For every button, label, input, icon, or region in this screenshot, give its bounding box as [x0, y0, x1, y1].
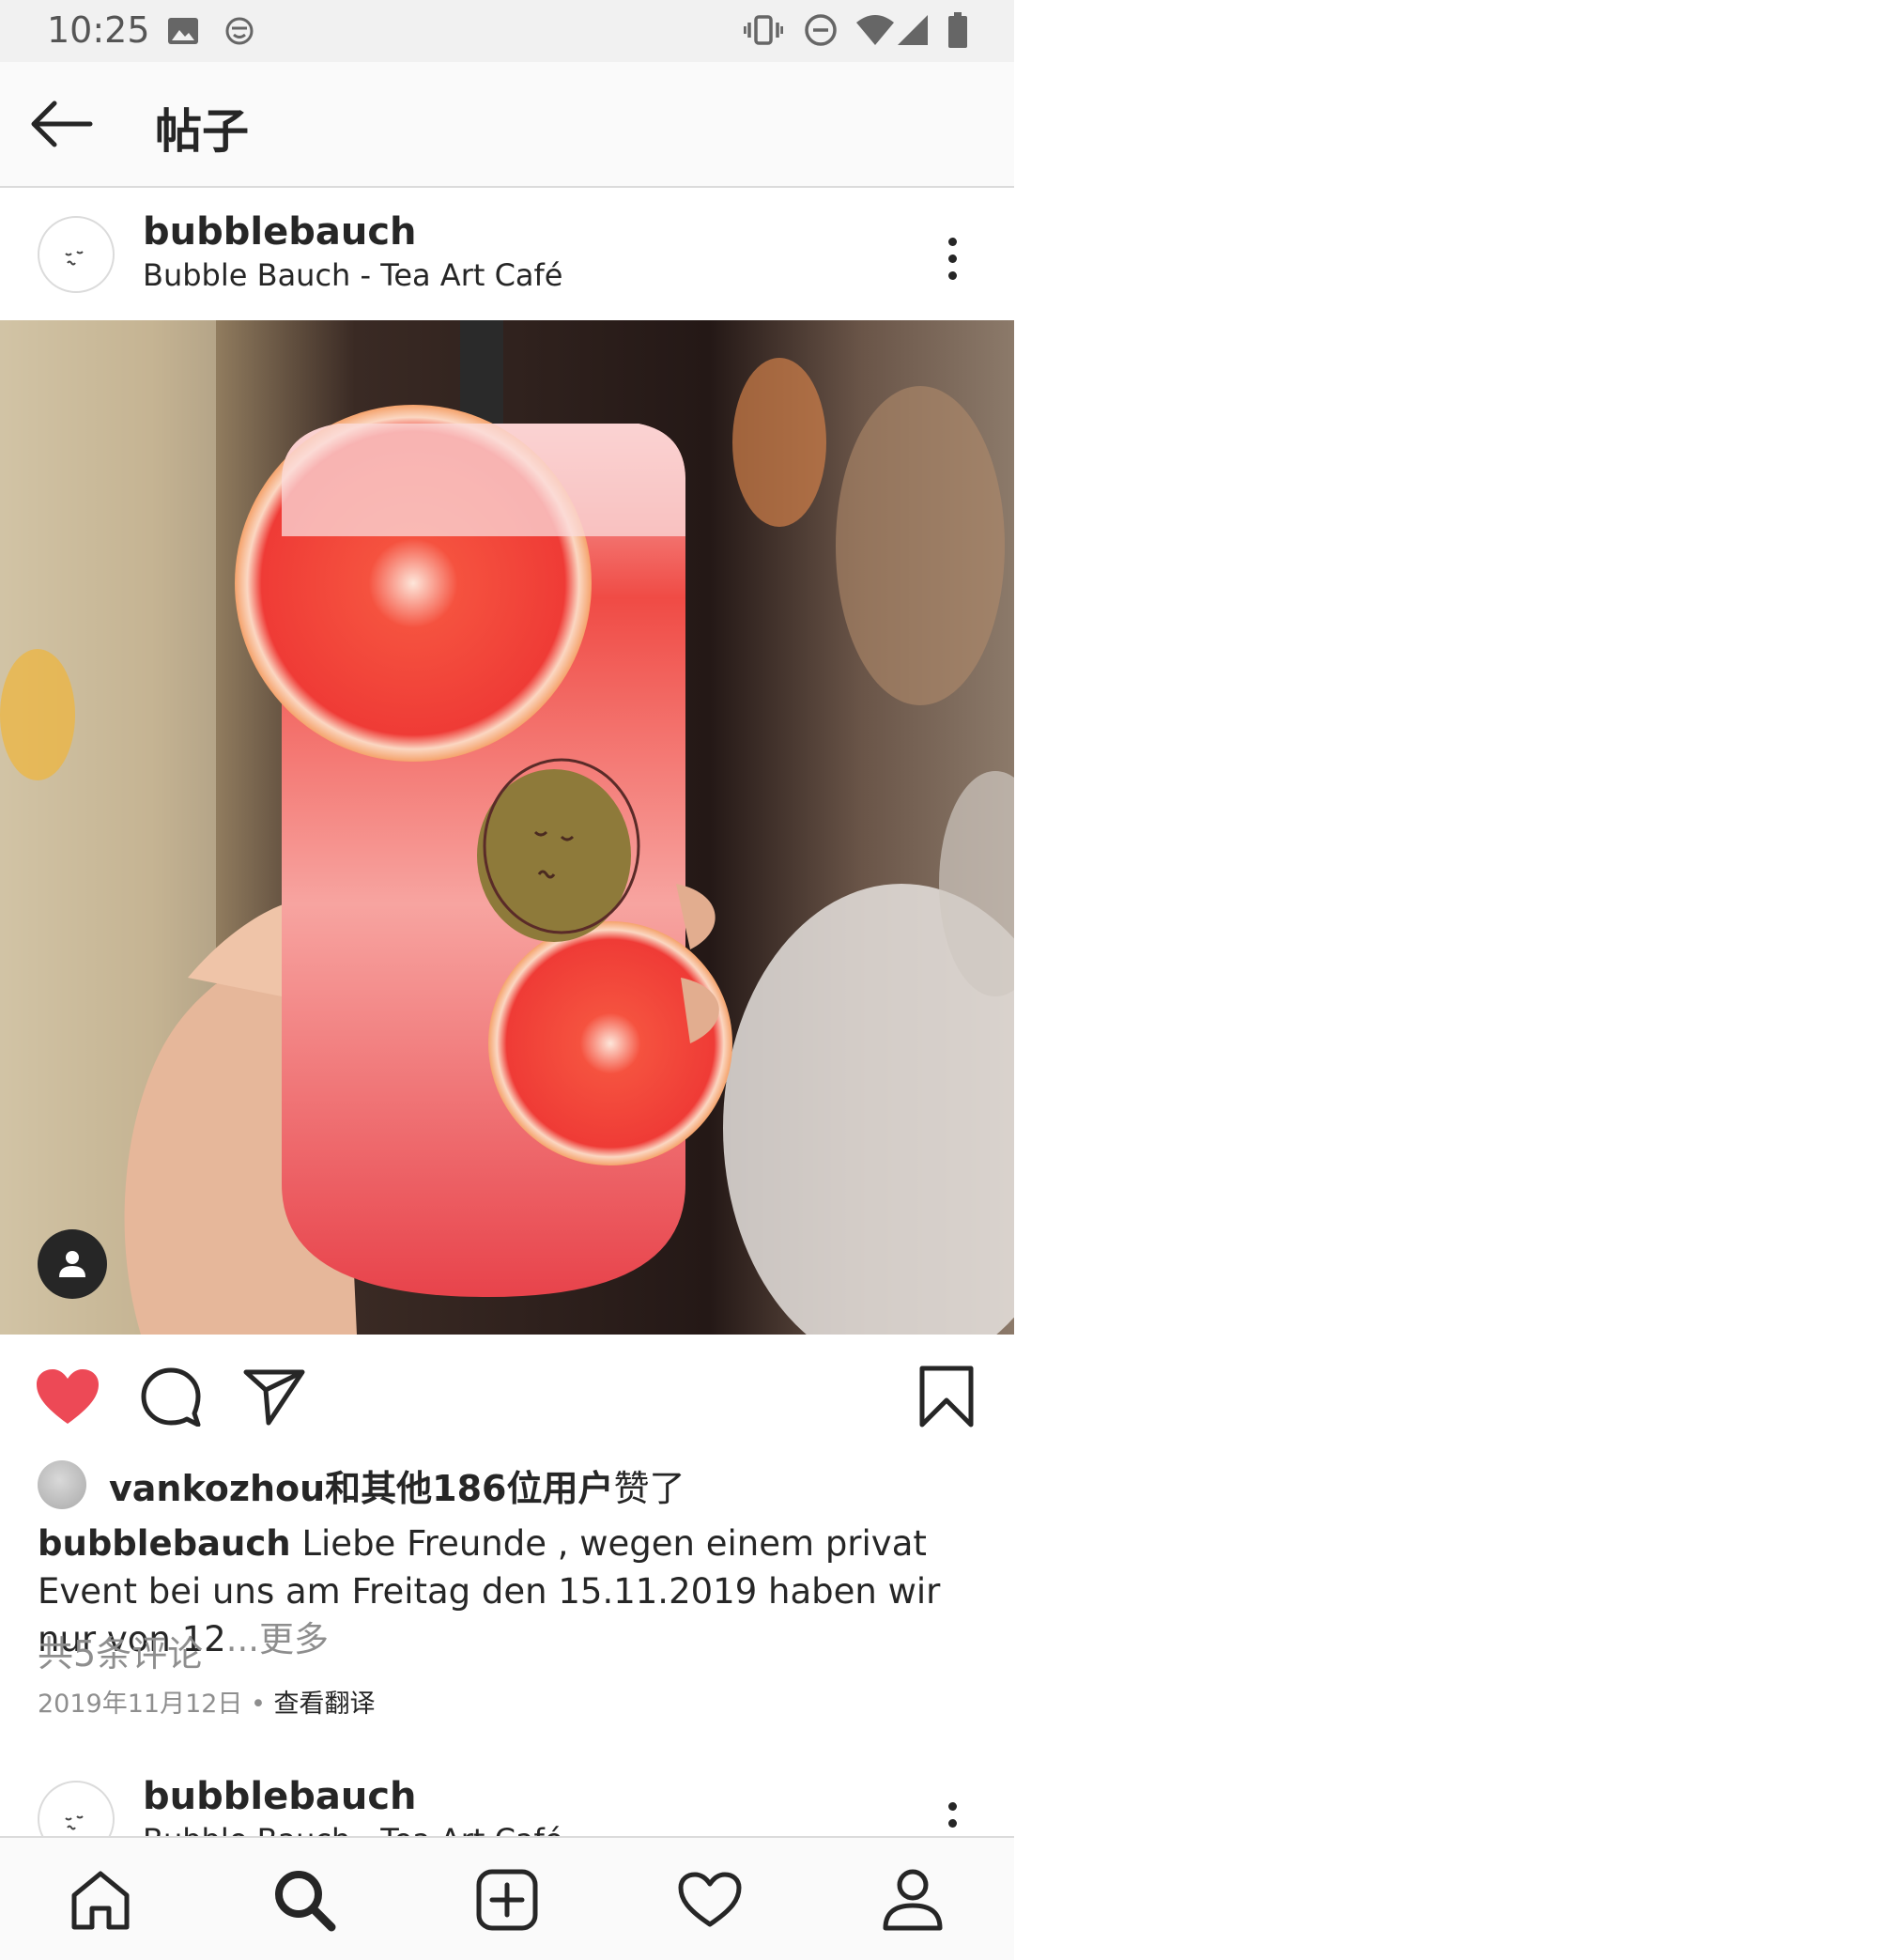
bottom-navigation [0, 1836, 1014, 1960]
more-dot [947, 1818, 957, 1828]
post-header: bubblebauch Bubble Bauch - Tea Art Café [0, 188, 1014, 319]
save-button[interactable] [911, 1363, 982, 1430]
search-icon [275, 1871, 336, 1932]
share-button[interactable] [239, 1363, 310, 1430]
comment-button[interactable] [135, 1363, 207, 1430]
tagged-people-button[interactable] [38, 1229, 107, 1299]
back-button[interactable] [19, 88, 103, 160]
home-icon [71, 1871, 130, 1930]
post-username[interactable]: bubblebauch [143, 1775, 417, 1818]
avatar[interactable] [38, 216, 115, 293]
post-username[interactable]: bubblebauch [143, 210, 417, 254]
image-icon [168, 18, 198, 44]
more-dot [947, 1801, 957, 1811]
post-action-bar [0, 1335, 1014, 1455]
like-button[interactable] [32, 1363, 103, 1430]
activity-icon [678, 1872, 742, 1927]
status-bar: 10:25 [0, 0, 1014, 62]
comment-bubble-icon [141, 1367, 201, 1427]
post-date: 2019年11月12日 [38, 1690, 243, 1719]
view-comments-link[interactable]: 共5条评论 [38, 1625, 203, 1676]
bookmark-icon [919, 1366, 974, 1428]
assistant-face-icon [225, 17, 254, 45]
liker-avatar [38, 1460, 86, 1509]
nav-new-post-button[interactable] [470, 1862, 545, 1937]
more-dot [947, 270, 957, 280]
vibrate-icon [744, 15, 783, 45]
caption-more-link[interactable]: ...更多 [226, 1619, 329, 1659]
nav-activity-button[interactable] [672, 1862, 747, 1937]
nav-home-button[interactable] [63, 1862, 138, 1937]
person-icon [59, 1251, 85, 1277]
likes-users: vankozhou和其他186位用户 [109, 1467, 614, 1509]
post-photo[interactable] [0, 320, 1014, 1335]
nav-profile-button[interactable] [875, 1862, 950, 1937]
phone-screen: 10:25 帖子 bubblebauch Bubble Bauch - Tea … [0, 0, 1014, 1960]
more-dot [947, 254, 957, 263]
likes-row[interactable]: vankozhou和其他186位用户赞了 [38, 1458, 685, 1511]
cell-signal-icon [898, 15, 928, 45]
battery-icon [948, 12, 967, 48]
nav-search-button[interactable] [267, 1862, 342, 1937]
see-translation-link[interactable]: 查看翻译 [274, 1690, 376, 1719]
paper-plane-icon [243, 1369, 305, 1426]
page-title: 帖子 [155, 104, 249, 159]
caption-username[interactable]: bubblebauch [38, 1523, 291, 1564]
post-meta: 2019年11月12日 • 查看翻译 [38, 1683, 376, 1720]
likes-suffix: 赞了 [613, 1467, 685, 1509]
top-app-bar: 帖子 [0, 62, 1014, 188]
do-not-disturb-icon [805, 14, 837, 46]
sleepy-face-logo [65, 251, 84, 266]
arrow-left-icon [31, 100, 93, 147]
likes-text: vankozhou和其他186位用户赞了 [109, 1459, 685, 1511]
drink-photo [0, 320, 1014, 1335]
wifi-icon [856, 15, 894, 45]
heart-filled-icon [37, 1369, 99, 1424]
profile-icon [883, 1869, 943, 1931]
more-options-button[interactable] [930, 225, 975, 291]
status-time: 10:25 [47, 9, 150, 51]
meta-separator: • [242, 1690, 274, 1719]
more-dot [947, 237, 957, 246]
new-post-icon [476, 1869, 538, 1931]
post-location[interactable]: Bubble Bauch - Tea Art Café [143, 257, 562, 293]
